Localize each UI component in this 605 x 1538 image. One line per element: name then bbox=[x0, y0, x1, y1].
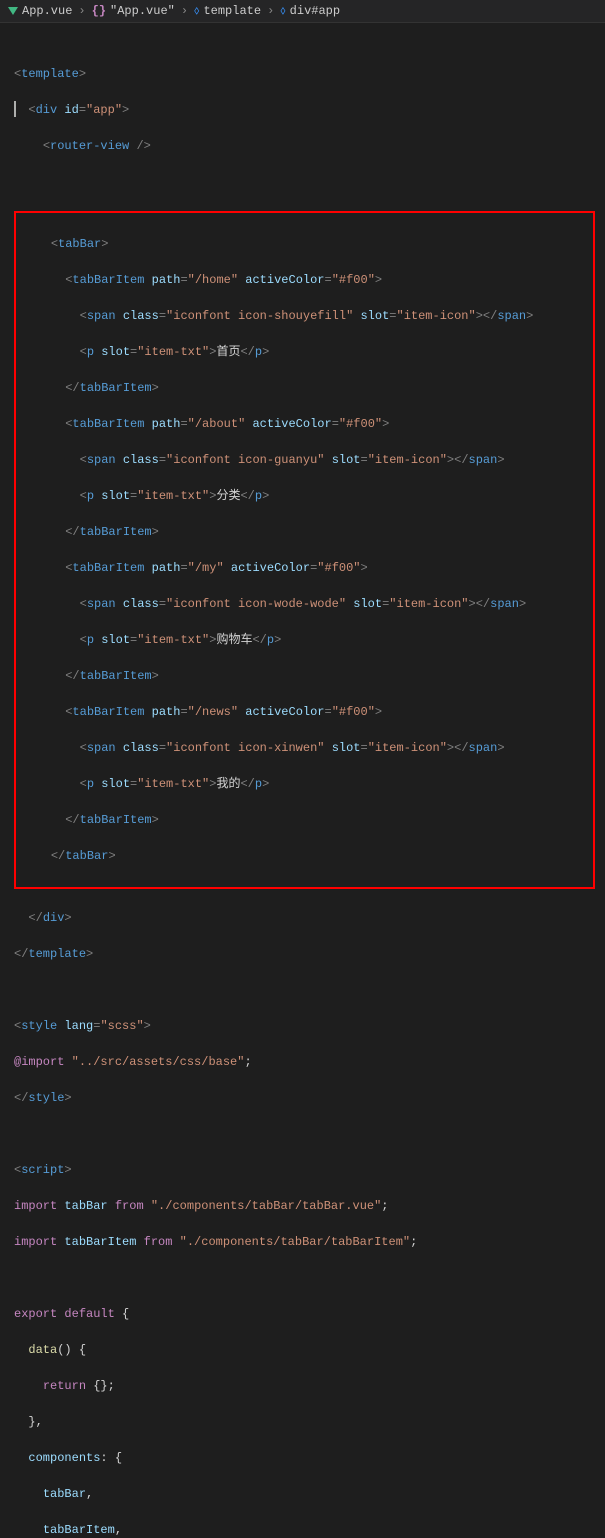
cube-icon: ⬨ bbox=[194, 4, 199, 18]
highlight-box: <tabBar> <tabBarItem path="/home" active… bbox=[14, 211, 595, 889]
breadcrumb[interactable]: App.vue › {} "App.vue" › ⬨ template › ⬨ … bbox=[0, 0, 605, 23]
breadcrumb-sep: › bbox=[181, 4, 188, 18]
breadcrumb-node-label: div#app bbox=[290, 4, 340, 18]
breadcrumb-sep: › bbox=[78, 4, 85, 18]
breadcrumb-sep: › bbox=[267, 4, 274, 18]
vue-icon bbox=[8, 7, 18, 15]
brace-icon: {} bbox=[92, 4, 106, 18]
cube-icon: ⬨ bbox=[280, 4, 285, 18]
breadcrumb-node[interactable]: ⬨ div#app bbox=[280, 4, 340, 18]
code-editor[interactable]: <template> <div id="app"> <router-view /… bbox=[0, 23, 605, 1538]
breadcrumb-section[interactable]: ⬨ template bbox=[194, 4, 261, 18]
breadcrumb-obj-label: "App.vue" bbox=[110, 4, 175, 18]
text-cursor bbox=[14, 101, 16, 117]
breadcrumb-obj[interactable]: {} "App.vue" bbox=[92, 4, 175, 18]
breadcrumb-file-label: App.vue bbox=[22, 4, 72, 18]
breadcrumb-file[interactable]: App.vue bbox=[8, 4, 72, 18]
breadcrumb-section-label: template bbox=[203, 4, 261, 18]
